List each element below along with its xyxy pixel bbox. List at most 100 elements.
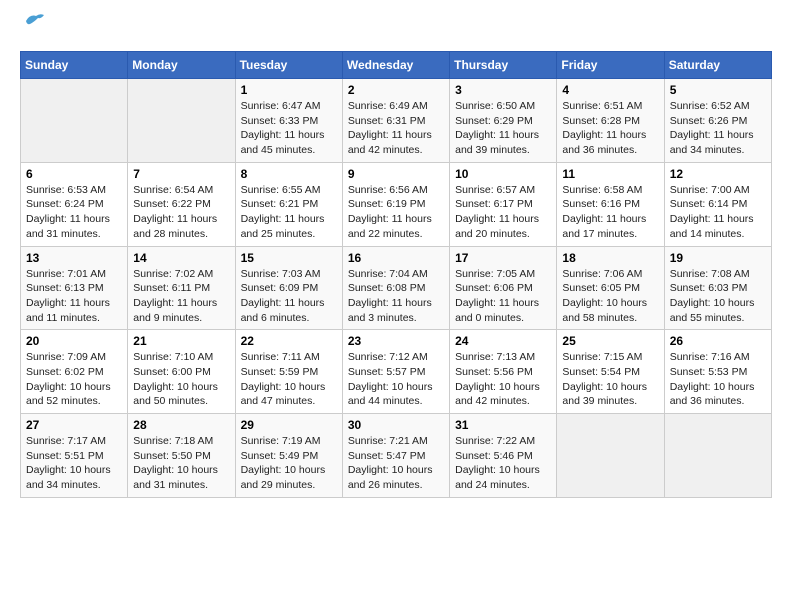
day-info: Sunrise: 6:56 AMSunset: 6:19 PMDaylight:…: [348, 183, 444, 242]
day-info: Sunrise: 7:03 AMSunset: 6:09 PMDaylight:…: [241, 267, 337, 326]
calendar-week-row: 27 Sunrise: 7:17 AMSunset: 5:51 PMDayligh…: [21, 414, 772, 498]
day-info: Sunrise: 7:12 AMSunset: 5:57 PMDaylight:…: [348, 350, 444, 409]
calendar-cell: 26 Sunrise: 7:16 AMSunset: 5:53 PMDayligh…: [664, 330, 771, 414]
calendar-week-row: 1 Sunrise: 6:47 AMSunset: 6:33 PMDaylight…: [21, 79, 772, 163]
day-info: Sunrise: 7:17 AMSunset: 5:51 PMDaylight:…: [26, 434, 122, 493]
weekday-header: Thursday: [450, 52, 557, 79]
weekday-header: Wednesday: [342, 52, 449, 79]
calendar-cell: 28 Sunrise: 7:18 AMSunset: 5:50 PMDayligh…: [128, 414, 235, 498]
calendar-cell: 21Sunrise: 7:10 AMSunset: 6:00 PMDayligh…: [128, 330, 235, 414]
day-info: Sunrise: 6:55 AMSunset: 6:21 PMDaylight:…: [241, 183, 337, 242]
day-number: 28: [133, 418, 229, 432]
day-number: 26: [670, 334, 766, 348]
weekday-header: Tuesday: [235, 52, 342, 79]
day-info: Sunrise: 7:09 AMSunset: 6:02 PMDaylight:…: [26, 350, 122, 409]
calendar-cell: 30Sunrise: 7:21 AMSunset: 5:47 PMDayligh…: [342, 414, 449, 498]
day-info: Sunrise: 7:22 AMSunset: 5:46 PMDaylight:…: [455, 434, 551, 493]
day-number: 27: [26, 418, 122, 432]
calendar-cell: 20 Sunrise: 7:09 AMSunset: 6:02 PMDayligh…: [21, 330, 128, 414]
day-number: 4: [562, 83, 658, 97]
day-number: 9: [348, 167, 444, 181]
day-info: Sunrise: 7:04 AMSunset: 6:08 PMDaylight:…: [348, 267, 444, 326]
day-info: Sunrise: 6:49 AMSunset: 6:31 PMDaylight:…: [348, 99, 444, 158]
day-number: 16: [348, 251, 444, 265]
calendar-cell: 13 Sunrise: 7:01 AMSunset: 6:13 PMDayligh…: [21, 246, 128, 330]
day-info: Sunrise: 7:01 AMSunset: 6:13 PMDaylight:…: [26, 267, 122, 326]
day-info: Sunrise: 6:57 AMSunset: 6:17 PMDaylight:…: [455, 183, 551, 242]
calendar-cell: 14Sunrise: 7:02 AMSunset: 6:11 PMDayligh…: [128, 246, 235, 330]
calendar-cell: 3 Sunrise: 6:50 AMSunset: 6:29 PMDaylight…: [450, 79, 557, 163]
calendar-cell: [664, 414, 771, 498]
calendar-cell: 17 Sunrise: 7:05 AMSunset: 6:06 PMDayligh…: [450, 246, 557, 330]
day-info: Sunrise: 7:06 AMSunset: 6:05 PMDaylight:…: [562, 267, 658, 326]
page-header: [20, 20, 772, 35]
calendar-cell: 22 Sunrise: 7:11 AMSunset: 5:59 PMDayligh…: [235, 330, 342, 414]
day-info: Sunrise: 7:00 AMSunset: 6:14 PMDaylight:…: [670, 183, 766, 242]
day-number: 31: [455, 418, 551, 432]
calendar-cell: [21, 79, 128, 163]
calendar-cell: 25 Sunrise: 7:15 AMSunset: 5:54 PMDayligh…: [557, 330, 664, 414]
calendar-cell: [557, 414, 664, 498]
day-info: Sunrise: 7:08 AMSunset: 6:03 PMDaylight:…: [670, 267, 766, 326]
day-number: 21: [133, 334, 229, 348]
calendar-cell: 19 Sunrise: 7:08 AMSunset: 6:03 PMDayligh…: [664, 246, 771, 330]
day-info: Sunrise: 7:19 AMSunset: 5:49 PMDaylight:…: [241, 434, 337, 493]
day-info: Sunrise: 7:13 AMSunset: 5:56 PMDaylight:…: [455, 350, 551, 409]
day-info: Sunrise: 7:11 AMSunset: 5:59 PMDaylight:…: [241, 350, 337, 409]
day-info: Sunrise: 7:15 AMSunset: 5:54 PMDaylight:…: [562, 350, 658, 409]
calendar-cell: 23Sunrise: 7:12 AMSunset: 5:57 PMDayligh…: [342, 330, 449, 414]
weekday-header: Monday: [128, 52, 235, 79]
weekday-header: Saturday: [664, 52, 771, 79]
day-info: Sunrise: 7:16 AMSunset: 5:53 PMDaylight:…: [670, 350, 766, 409]
day-number: 3: [455, 83, 551, 97]
calendar-week-row: 13 Sunrise: 7:01 AMSunset: 6:13 PMDayligh…: [21, 246, 772, 330]
calendar-week-row: 6 Sunrise: 6:53 AMSunset: 6:24 PMDaylight…: [21, 162, 772, 246]
day-number: 1: [241, 83, 337, 97]
day-number: 2: [348, 83, 444, 97]
day-number: 29: [241, 418, 337, 432]
calendar-cell: 4 Sunrise: 6:51 AMSunset: 6:28 PMDaylight…: [557, 79, 664, 163]
weekday-header: Friday: [557, 52, 664, 79]
calendar-header-row: SundayMondayTuesdayWednesdayThursdayFrid…: [21, 52, 772, 79]
day-number: 13: [26, 251, 122, 265]
calendar-cell: 15 Sunrise: 7:03 AMSunset: 6:09 PMDayligh…: [235, 246, 342, 330]
day-info: Sunrise: 6:47 AMSunset: 6:33 PMDaylight:…: [241, 99, 337, 158]
day-number: 19: [670, 251, 766, 265]
day-number: 15: [241, 251, 337, 265]
calendar-cell: 31 Sunrise: 7:22 AMSunset: 5:46 PMDayligh…: [450, 414, 557, 498]
day-info: Sunrise: 7:18 AMSunset: 5:50 PMDaylight:…: [133, 434, 229, 493]
logo: [20, 20, 46, 35]
day-info: Sunrise: 6:50 AMSunset: 6:29 PMDaylight:…: [455, 99, 551, 158]
day-number: 17: [455, 251, 551, 265]
calendar-cell: 7 Sunrise: 6:54 AMSunset: 6:22 PMDaylight…: [128, 162, 235, 246]
day-number: 10: [455, 167, 551, 181]
calendar-cell: 24 Sunrise: 7:13 AMSunset: 5:56 PMDayligh…: [450, 330, 557, 414]
logo-bird-icon: [24, 12, 46, 35]
day-number: 8: [241, 167, 337, 181]
day-number: 5: [670, 83, 766, 97]
calendar-week-row: 20 Sunrise: 7:09 AMSunset: 6:02 PMDayligh…: [21, 330, 772, 414]
calendar-cell: 5Sunrise: 6:52 AMSunset: 6:26 PMDaylight…: [664, 79, 771, 163]
day-info: Sunrise: 6:54 AMSunset: 6:22 PMDaylight:…: [133, 183, 229, 242]
day-info: Sunrise: 6:51 AMSunset: 6:28 PMDaylight:…: [562, 99, 658, 158]
day-number: 18: [562, 251, 658, 265]
calendar-cell: 27 Sunrise: 7:17 AMSunset: 5:51 PMDayligh…: [21, 414, 128, 498]
day-number: 22: [241, 334, 337, 348]
calendar-cell: 12Sunrise: 7:00 AMSunset: 6:14 PMDayligh…: [664, 162, 771, 246]
day-number: 6: [26, 167, 122, 181]
calendar-table: SundayMondayTuesdayWednesdayThursdayFrid…: [20, 51, 772, 498]
calendar-cell: 6 Sunrise: 6:53 AMSunset: 6:24 PMDaylight…: [21, 162, 128, 246]
day-number: 11: [562, 167, 658, 181]
day-number: 24: [455, 334, 551, 348]
day-number: 7: [133, 167, 229, 181]
calendar-cell: 8 Sunrise: 6:55 AMSunset: 6:21 PMDaylight…: [235, 162, 342, 246]
day-number: 14: [133, 251, 229, 265]
calendar-cell: 1 Sunrise: 6:47 AMSunset: 6:33 PMDaylight…: [235, 79, 342, 163]
day-info: Sunrise: 6:58 AMSunset: 6:16 PMDaylight:…: [562, 183, 658, 242]
calendar-cell: 11 Sunrise: 6:58 AMSunset: 6:16 PMDayligh…: [557, 162, 664, 246]
day-info: Sunrise: 6:53 AMSunset: 6:24 PMDaylight:…: [26, 183, 122, 242]
day-number: 25: [562, 334, 658, 348]
day-info: Sunrise: 7:05 AMSunset: 6:06 PMDaylight:…: [455, 267, 551, 326]
calendar-cell: 29 Sunrise: 7:19 AMSunset: 5:49 PMDayligh…: [235, 414, 342, 498]
day-number: 20: [26, 334, 122, 348]
